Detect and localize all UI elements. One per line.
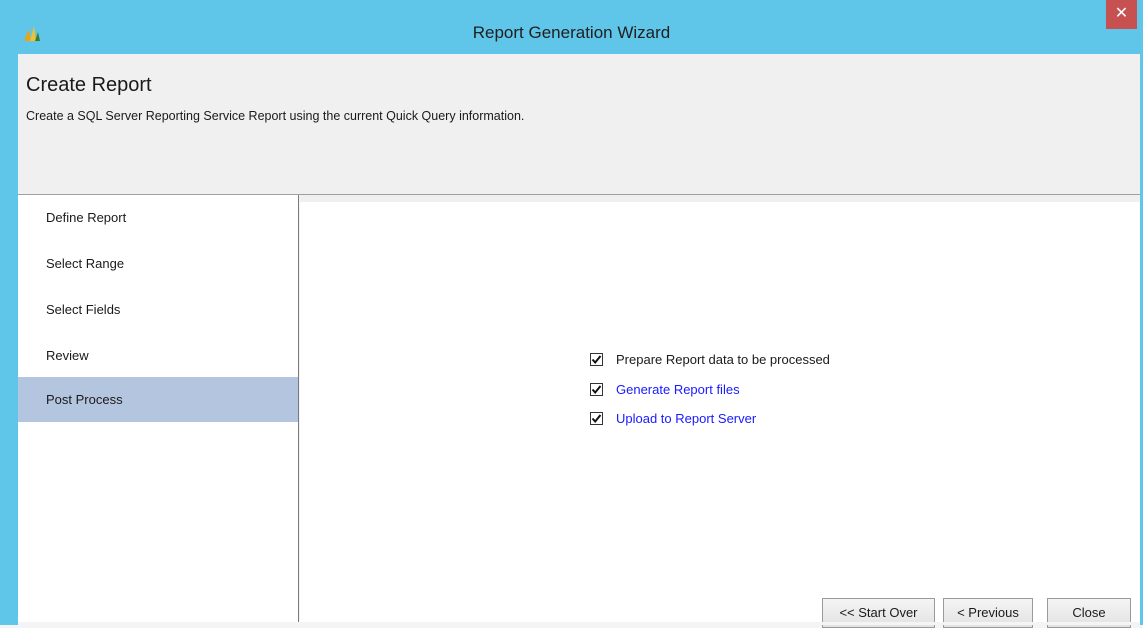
generate-files-label: Generate Report files bbox=[616, 381, 740, 397]
nav-item-review[interactable]: Review bbox=[18, 333, 298, 378]
upload-server-label: Upload to Report Server bbox=[616, 410, 757, 426]
window-border-left bbox=[0, 54, 18, 625]
step-prepare-data[interactable]: Prepare Report data to be processed bbox=[590, 350, 830, 368]
step-upload-server[interactable]: Upload to Report Server bbox=[590, 409, 756, 427]
page-title: Create Report bbox=[26, 74, 152, 96]
nav-item-label: Select Range bbox=[46, 256, 125, 271]
checkmark-icon bbox=[591, 413, 602, 423]
nav-item-label: Review bbox=[46, 348, 89, 363]
nav-item-post-process[interactable]: Post Process bbox=[18, 377, 298, 422]
title-bar[interactable]: Report Generation Wizard ✕ bbox=[0, 0, 1143, 54]
checkmark-icon bbox=[591, 384, 602, 394]
step-generate-files[interactable]: Generate Report files bbox=[590, 380, 740, 398]
nav-item-label: Post Process bbox=[46, 392, 123, 407]
wizard-step-nav: Define Report Select Range Select Fields… bbox=[18, 195, 299, 622]
prepare-data-checkbox[interactable] bbox=[590, 352, 603, 366]
upload-server-checkbox[interactable] bbox=[590, 411, 603, 425]
content-top-divider bbox=[300, 195, 1140, 202]
nav-item-define-report[interactable]: Define Report bbox=[18, 195, 298, 240]
page-subtitle: Create a SQL Server Reporting Service Re… bbox=[26, 109, 525, 123]
wizard-content: Prepare Report data to be processed Gene… bbox=[300, 195, 1140, 628]
checkmark-icon bbox=[591, 354, 602, 364]
nav-item-label: Define Report bbox=[46, 210, 127, 225]
nav-item-select-fields[interactable]: Select Fields bbox=[18, 287, 298, 332]
prepare-data-label: Prepare Report data to be processed bbox=[616, 351, 830, 367]
wizard-header: Create Report Create a SQL Server Report… bbox=[18, 54, 1140, 195]
generate-files-checkbox[interactable] bbox=[590, 382, 603, 396]
close-window-button[interactable]: ✕ bbox=[1106, 0, 1137, 29]
nav-item-label: Select Fields bbox=[46, 302, 121, 317]
wizard-window: Report Generation Wizard ✕ Create Report… bbox=[0, 0, 1143, 628]
nav-item-select-range[interactable]: Select Range bbox=[18, 241, 298, 286]
window-title: Report Generation Wizard bbox=[472, 23, 671, 42]
